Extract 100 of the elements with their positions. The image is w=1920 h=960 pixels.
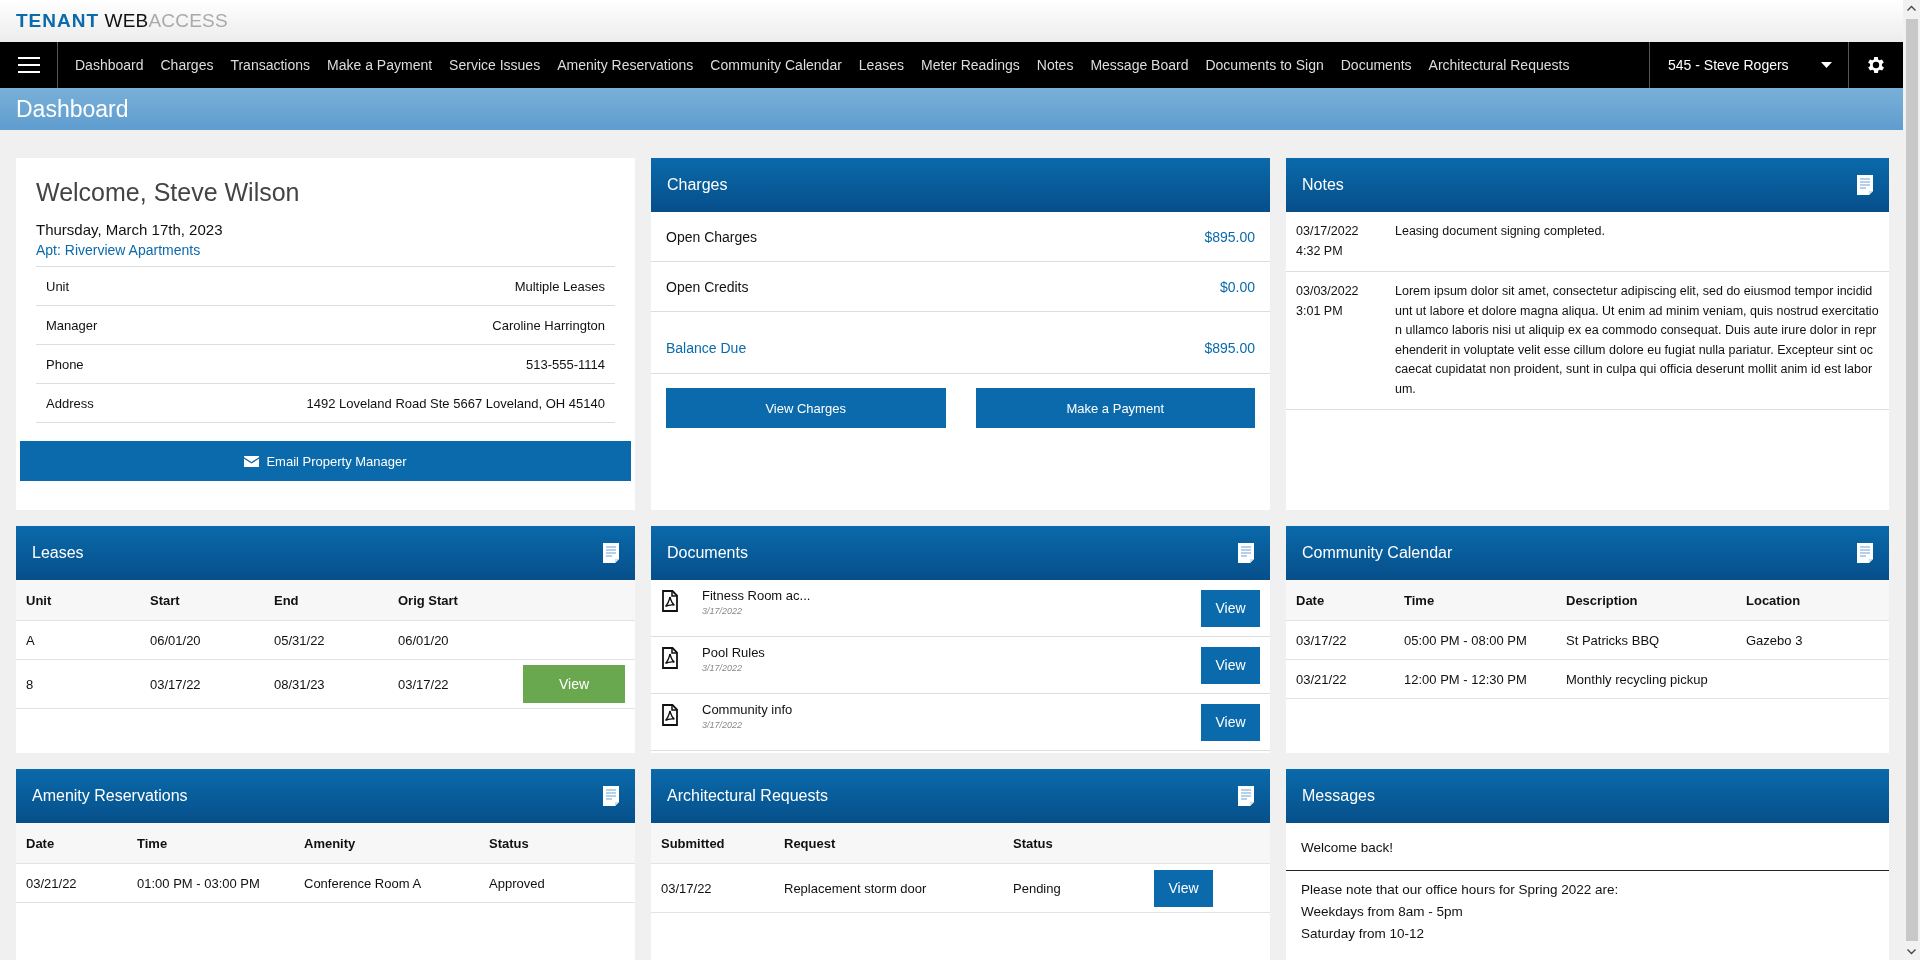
panel-title: Architectural Requests xyxy=(667,787,828,805)
detail-label: Unit xyxy=(46,278,70,294)
table-cell-text: 03/17/22 xyxy=(398,676,450,692)
document-name: Community info xyxy=(702,702,793,717)
column-header: Status xyxy=(489,835,530,851)
table-cell-text: 03/17/22 xyxy=(661,880,713,896)
panel-title: Amenity Reservations xyxy=(32,787,188,805)
apartment-link[interactable]: Apt: Riverview Apartments xyxy=(20,242,201,258)
table-cell-text: 01:00 PM - 03:00 PM xyxy=(137,875,261,891)
pdf-file-icon xyxy=(662,704,678,726)
view-button[interactable]: View xyxy=(1154,869,1213,907)
nav-link[interactable]: Transactions xyxy=(230,57,311,73)
column-header: Submitted xyxy=(661,835,726,851)
charge-label: Open Charges xyxy=(666,228,758,245)
email-button[interactable]: Email Property Manager xyxy=(20,441,631,481)
pdf-file-icon xyxy=(662,647,678,669)
column-header: End xyxy=(274,592,300,608)
note-text: Lorem ipsum dolor sit amet, consectetur adipiscing elit, sed do eiusmod tempor incididunt ut labore et dolore magna aliqua. Ut enim ad minim veniam, quis nostrud exercitation ullamco laboris nisi ut aliquip ex ea commodo consequat. Duis aute irure dolor in reprehenderit in voluptate velit esse cillum dolore eu fugiat nulla pariatur. Excepteur sint occaecat cupidatat non proident, sunt in culpa qui officia deserunt mollit anim id est laborum. xyxy=(1395,283,1879,398)
document-date: 3/17/2022 xyxy=(702,720,743,730)
nav-link[interactable]: Community Calendar xyxy=(710,57,842,73)
nav-link[interactable]: Message Board xyxy=(1090,57,1189,73)
column-header: Status xyxy=(1013,835,1054,851)
table-cell-text: 8 xyxy=(26,676,35,692)
view-button[interactable]: View xyxy=(1201,589,1260,627)
detail-value: Multiple Leases xyxy=(514,278,605,294)
column-header: Location xyxy=(1746,592,1802,608)
column-header: Orig Start xyxy=(398,592,459,608)
message-text: Please note that our office hours for Spring 2022 are: xyxy=(1301,881,1620,899)
panel-title: Messages xyxy=(1302,787,1375,805)
nav-link[interactable]: Architectural Requests xyxy=(1428,57,1570,73)
column-header: Time xyxy=(1404,592,1436,608)
nav-link[interactable]: Service Issues xyxy=(449,57,541,73)
table-cell-text: 03/21/22 xyxy=(26,875,78,891)
nav-link[interactable]: Documents to Sign xyxy=(1205,57,1324,73)
nav-link[interactable]: Documents xyxy=(1340,57,1412,73)
envelope-icon xyxy=(244,455,260,467)
view-button[interactable]: View xyxy=(1201,646,1260,684)
nav-link[interactable]: Leases xyxy=(858,57,904,73)
document-icon xyxy=(1238,786,1254,806)
detail-value: 513-555-1114 xyxy=(525,356,605,372)
table-cell-text: Replacement storm door xyxy=(784,880,928,896)
document-icon xyxy=(1857,543,1873,563)
column-header: Request xyxy=(784,835,837,851)
charge-amount: $895.00 xyxy=(1204,339,1255,356)
panel-title: Community Calendar xyxy=(1302,544,1453,562)
charges-button[interactable]: Make a Payment xyxy=(975,388,1255,428)
detail-value: Caroline Harrington xyxy=(492,317,605,333)
nav-link[interactable]: Make a Payment xyxy=(327,57,433,73)
panel-title: Leases xyxy=(32,544,84,562)
detail-label: Address xyxy=(46,395,94,411)
column-header: Unit xyxy=(26,592,53,608)
brand-logo: TENANT WEBACCESS xyxy=(16,10,228,32)
scroll-up-icon xyxy=(1907,5,1916,11)
charges-button[interactable]: View Charges xyxy=(666,388,946,428)
note-date: 03/03/2022 3:01 PM xyxy=(1296,283,1360,320)
view-button[interactable]: View xyxy=(1201,703,1260,741)
charge-amount: $895.00 xyxy=(1204,228,1255,245)
welcome-heading: Welcome, Steve Wilson xyxy=(35,178,301,207)
note-date: 03/17/2022 4:32 PM xyxy=(1296,223,1360,260)
note-text: Leasing document signing completed. xyxy=(1395,223,1606,240)
column-header: Time xyxy=(137,835,169,851)
table-cell-text: Pending xyxy=(1013,880,1062,896)
table-cell-text: Gazebo 3 xyxy=(1746,632,1804,648)
document-date: 3/17/2022 xyxy=(702,663,743,673)
settings-icon xyxy=(1865,54,1887,76)
caret-icon xyxy=(1821,62,1832,68)
charge-amount: $0.00 xyxy=(1219,278,1255,295)
panel-title: Notes xyxy=(1302,176,1344,194)
table-cell-text: Approved xyxy=(489,875,546,891)
document-name: Pool Rules xyxy=(702,645,765,660)
table-cell-text: 05:00 PM - 08:00 PM xyxy=(1404,632,1528,648)
message-text: Welcome back! xyxy=(1301,839,1395,857)
message-text: Weekdays from 8am - 5pm xyxy=(1301,903,1464,921)
document-icon xyxy=(1857,175,1873,195)
detail-value: 1492 Loveland Road Ste 5667 Loveland, OH 45140 xyxy=(306,395,605,411)
table-cell-text: Monthly recycling pickup xyxy=(1566,671,1709,687)
nav-link[interactable]: Meter Readings xyxy=(921,57,1020,73)
column-header: Description xyxy=(1566,592,1639,608)
table-cell-text: 06/01/20 xyxy=(398,632,450,648)
menu-icon xyxy=(17,56,40,74)
nav-link[interactable]: Amenity Reservations xyxy=(557,57,694,73)
table-cell-text: 03/17/22 xyxy=(1296,632,1348,648)
detail-label: Phone xyxy=(46,356,84,372)
nav-link[interactable]: Dashboard xyxy=(75,57,144,73)
panel-title: Documents xyxy=(667,544,748,562)
scroll-down-icon xyxy=(1907,949,1916,955)
column-header: Start xyxy=(150,592,181,608)
nav-link[interactable]: Charges xyxy=(160,57,214,73)
nav-link[interactable]: Notes xyxy=(1036,57,1074,73)
document-icon xyxy=(603,786,619,806)
table-cell-text: St Patricks BBQ xyxy=(1566,632,1661,648)
charge-label: Balance Due xyxy=(666,339,747,356)
document-name: Fitness Room ac... xyxy=(702,588,811,603)
table-cell-text: 06/01/20 xyxy=(150,632,202,648)
table-cell-text: 08/31/23 xyxy=(274,676,326,692)
message-text: Saturday from 10-12 xyxy=(1301,925,1426,943)
column-header: Date xyxy=(1296,592,1326,608)
pdf-file-icon xyxy=(662,590,678,612)
date-text: Thursday, March 17th, 2023 xyxy=(35,221,224,238)
column-header: Date xyxy=(26,835,56,851)
